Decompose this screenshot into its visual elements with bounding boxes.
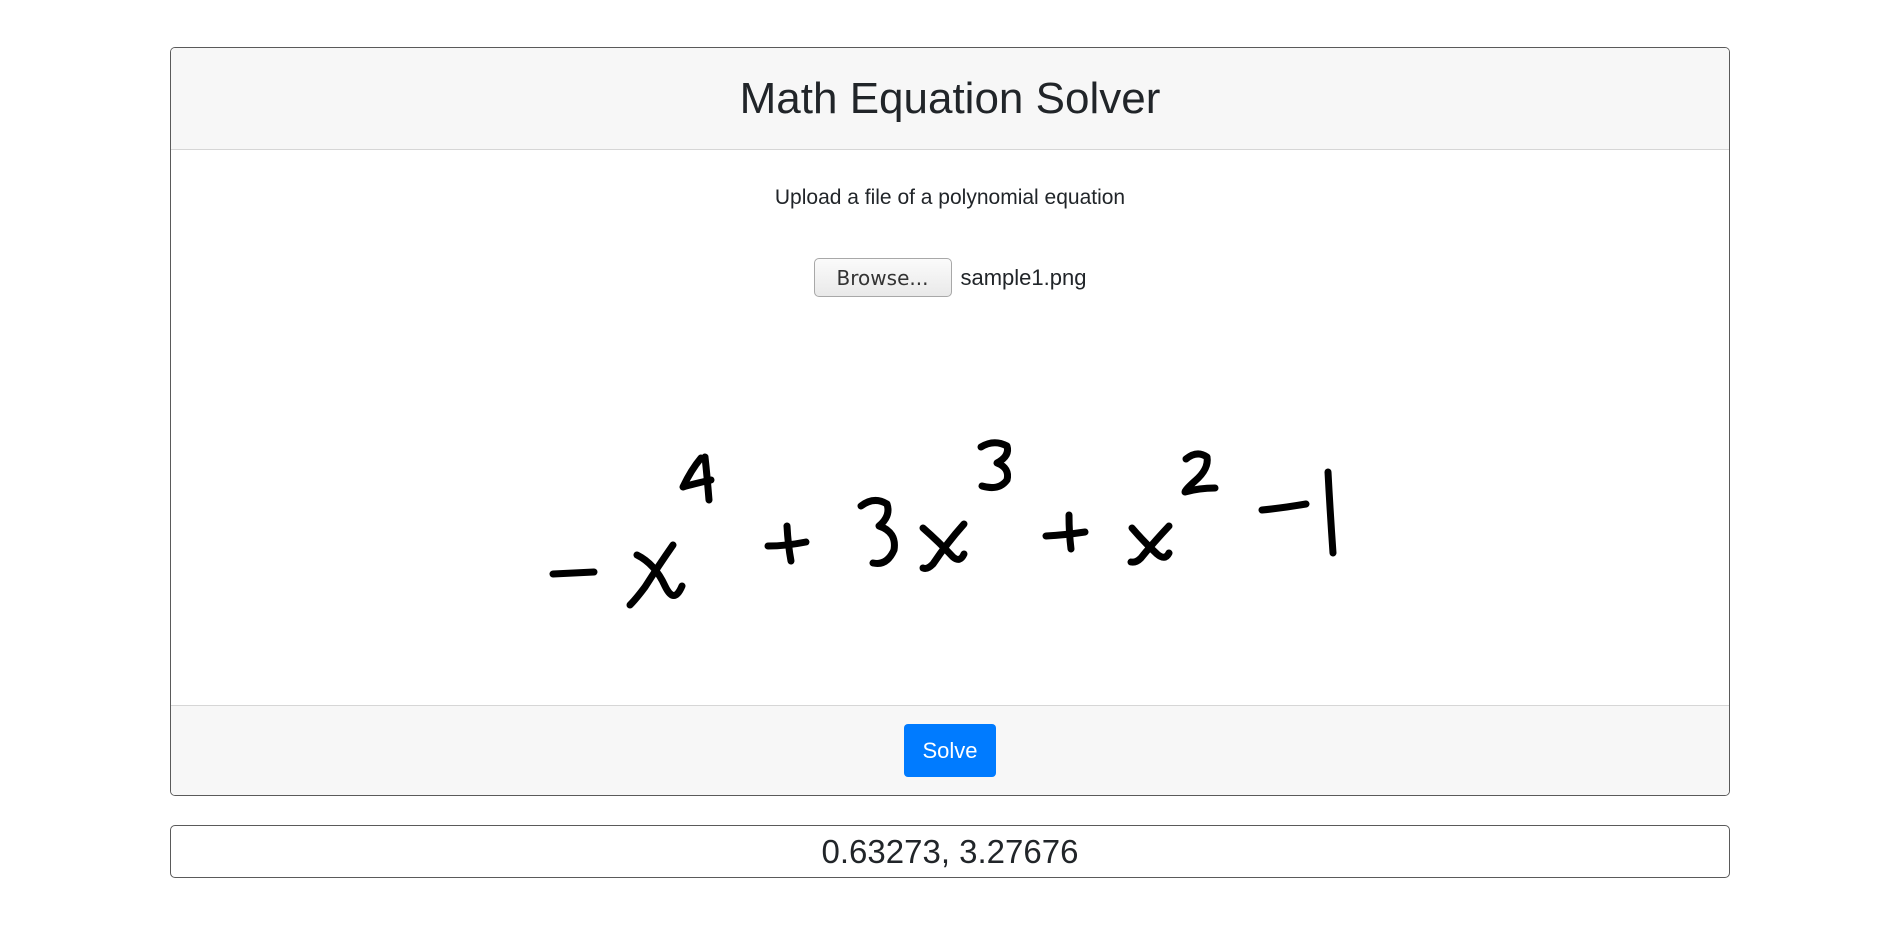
card-footer: Solve [171, 705, 1729, 795]
stroke-plus-1b [783, 522, 795, 565]
stroke-minus-2 [1258, 500, 1310, 514]
stroke-plus-2b [1065, 511, 1075, 553]
stroke-3-big [857, 497, 898, 567]
stroke-4-b [701, 453, 713, 504]
stroke-2-sup [1181, 450, 1219, 496]
equation-image [549, 439, 1337, 609]
solve-button[interactable]: Solve [904, 724, 996, 777]
card-header: Math Equation Solver [171, 48, 1729, 150]
stroke-one [1324, 468, 1337, 557]
solver-card: Math Equation Solver Upload a file of a … [170, 47, 1730, 796]
page-title: Math Equation Solver [739, 73, 1161, 123]
stroke-plus-2a [1042, 528, 1089, 540]
stroke-3-sup [977, 439, 1011, 491]
card-body: Upload a file of a polynomial equation B… [171, 150, 1729, 705]
stroke-minus-1 [549, 568, 598, 578]
result-output: 0.63273, 3.27676 [170, 825, 1730, 878]
